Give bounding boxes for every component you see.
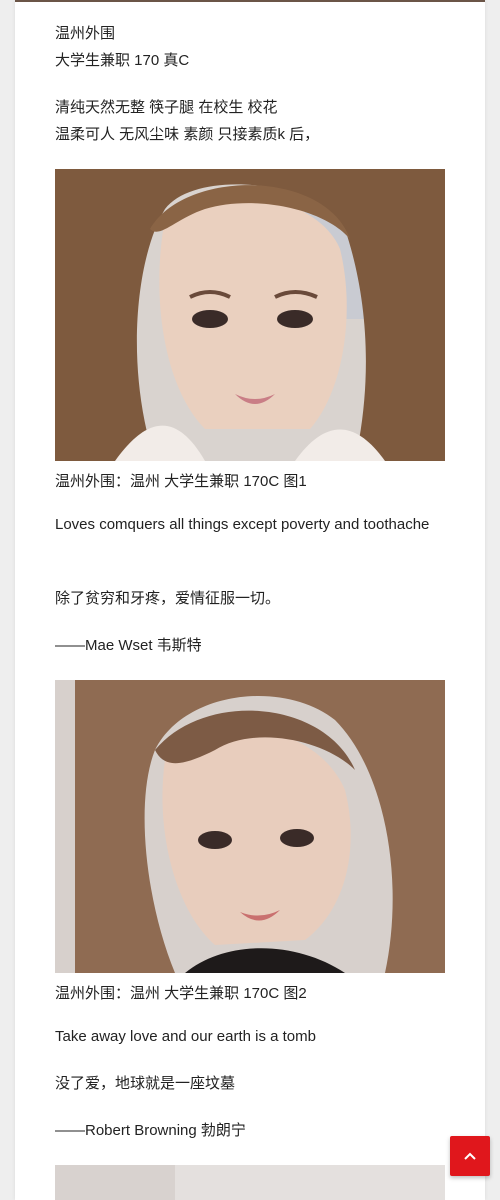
quote-2-author: ——Robert Browning 勃朗宁 [55, 1122, 246, 1139]
photo-1-caption: 温州外围：温州 大学生兼职 170C 图1 [55, 473, 307, 490]
photo-2 [55, 680, 445, 973]
photo-3 [55, 1165, 445, 1200]
quote-1-chinese: 除了贫穷和牙疼，爱情征服一切。 [55, 590, 281, 607]
photo-1 [55, 169, 445, 461]
quote-2-chinese: 没了爱，地球就是一座坟墓 [55, 1075, 236, 1092]
photo-2-caption: 温州外围：温州 大学生兼职 170C 图2 [55, 985, 307, 1002]
back-to-top-button[interactable] [450, 1136, 490, 1176]
quote-1-author: ——Mae Wset 韦斯特 [55, 637, 202, 654]
top-divider [15, 0, 485, 2]
quote-2-english: Take away love and our earth is a tomb [55, 1028, 316, 1045]
article-card: 温州外围 大学生兼职 170 真C 清纯天然无整 筷子腿 在校生 校花 温柔可人… [15, 0, 485, 1200]
intro-line-4: 温柔可人 无风尘味 素颜 只接素质k 后， [55, 126, 320, 143]
intro-line-3: 清纯天然无整 筷子腿 在校生 校花 [55, 99, 278, 116]
chevron-up-icon [464, 1147, 476, 1165]
quote-1-english: Loves comquers all things except poverty… [55, 516, 430, 533]
intro-line-2: 大学生兼职 170 真C [55, 52, 190, 69]
intro-line-1: 温州外围 [55, 25, 116, 42]
